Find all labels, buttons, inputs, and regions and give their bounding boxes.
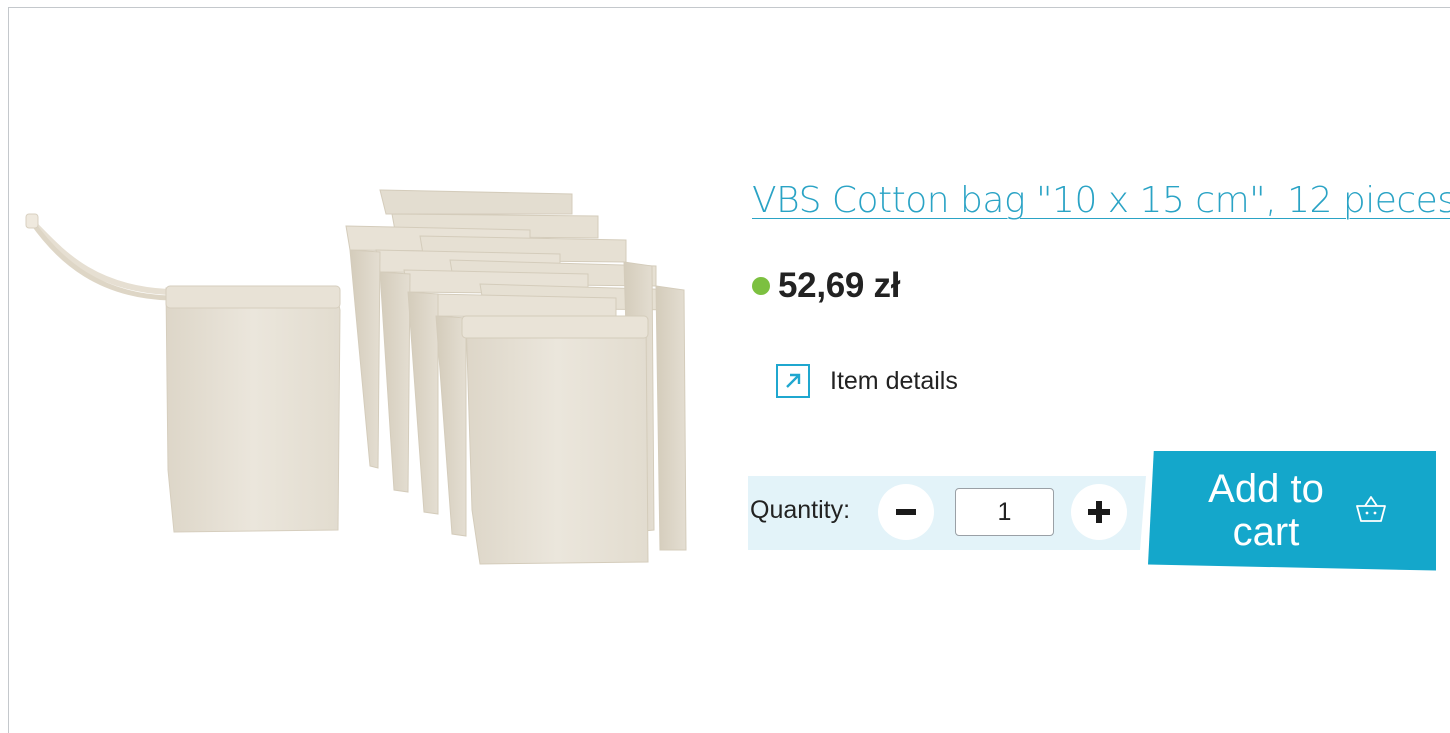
item-details-label: Item details xyxy=(830,366,958,395)
quantity-decrement-button[interactable] xyxy=(878,484,934,540)
price-row: 52,69 zł xyxy=(752,266,900,306)
quantity-label: Quantity: xyxy=(750,496,851,524)
minus-icon xyxy=(896,509,916,515)
product-price: 52,69 zł xyxy=(778,266,901,305)
plus-icon xyxy=(1088,501,1110,523)
basket-icon xyxy=(1356,496,1386,522)
bags-illustration xyxy=(25,189,687,565)
add-to-cart-label: Add to cart xyxy=(1208,467,1324,554)
external-arrow-icon xyxy=(776,364,810,398)
quantity-increment-button[interactable] xyxy=(1071,484,1127,540)
quantity-input[interactable] xyxy=(955,488,1054,536)
product-title-link[interactable]: VBS Cotton bag "10 x 15 cm", 12 pieces xyxy=(752,180,1450,221)
availability-dot-icon xyxy=(752,277,770,295)
item-details-link[interactable]: Item details xyxy=(776,364,958,398)
product-image[interactable] xyxy=(20,170,720,580)
